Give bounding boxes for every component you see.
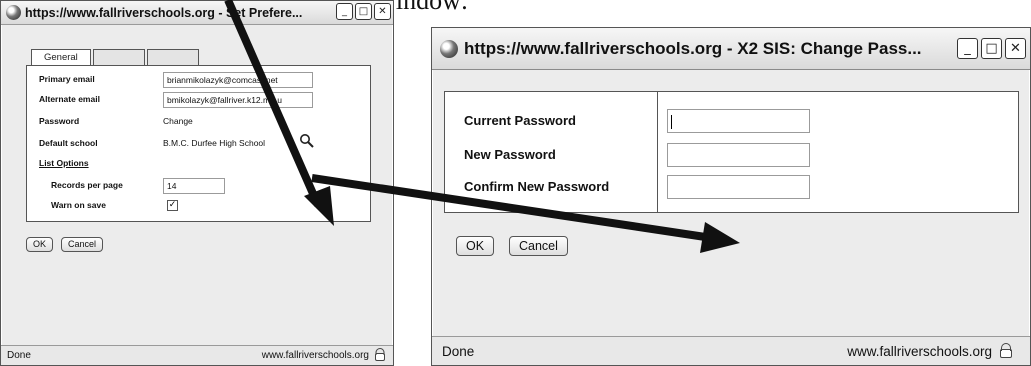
globe-icon [440,39,458,58]
new-password-row: New Password [445,141,1018,171]
password-title-bar[interactable]: https://www.fallriverschools.org - X2 SI… [432,28,1030,70]
list-options-row: List Options [27,156,370,172]
default-school-row: Default school B.M.C. Durfee High School [27,136,370,152]
password-status-text: Done [442,343,475,359]
prefs-status-bar: Done www.fallriverschools.org [1,345,393,365]
password-label: Password [39,116,80,126]
general-settings-panel: Primary email brianmikolazyk@comcast.net… [26,65,371,222]
password-cancel-button[interactable]: Cancel [509,236,568,256]
password-status-bar: Done www.fallriverschools.org [432,336,1030,365]
minimize-icon[interactable]: _ [957,38,978,59]
alternate-email-field[interactable]: bmikolazyk@fallriver.k12.ma.u [163,92,313,108]
close-icon[interactable]: ✕ [374,3,391,20]
confirm-password-input[interactable] [667,175,810,199]
prefs-window-title: https://www.fallriverschools.org - Set P… [25,5,303,20]
prefs-title-bar[interactable]: https://www.fallriverschools.org - Set P… [1,1,393,25]
password-row: Password Change [27,114,370,130]
primary-email-label: Primary email [39,74,95,84]
prefs-ok-button[interactable]: OK [26,237,54,252]
records-per-page-label: Records per page [51,180,123,190]
default-school-value: B.M.C. Durfee High School [163,138,266,148]
lock-icon [375,353,385,361]
checkmark-icon: ✓ [168,200,177,210]
alternate-email-row: Alternate email bmikolazyk@fallriver.k12… [27,92,370,108]
maximize-icon[interactable]: □ [355,3,372,20]
password-status-site: www.fallriverschools.org [847,344,1012,359]
tab-second[interactable] [92,49,145,66]
records-per-page-field[interactable]: 14 [163,178,225,194]
new-password-label: New Password [464,147,556,162]
change-password-link[interactable]: Change [163,116,193,126]
current-password-label: Current Password [464,113,576,128]
default-school-label: Default school [39,138,98,148]
warn-on-save-row: Warn on save ✓ [27,198,370,214]
lock-icon [1000,348,1012,358]
password-ok-button[interactable]: OK [456,236,495,256]
new-password-input[interactable] [667,143,810,167]
password-status-url: www.fallriverschools.org [847,343,992,359]
text-cursor [671,115,672,129]
current-password-input[interactable] [667,109,810,133]
prefs-status-text: Done [7,350,31,361]
password-window-controls: _ □ ✕ [957,38,1026,59]
password-window-title: https://www.fallriverschools.org - X2 SI… [464,38,922,58]
alternate-email-label: Alternate email [39,94,100,104]
current-password-row: Current Password [445,107,1018,137]
warn-on-save-checkbox[interactable]: ✓ [167,200,178,211]
maximize-icon[interactable]: □ [981,38,1002,59]
close-icon[interactable]: ✕ [1005,38,1026,59]
warn-on-save-label: Warn on save [51,200,106,210]
tab-third[interactable] [146,49,199,66]
records-per-page-row: Records per page 14 [27,178,370,194]
search-icon[interactable] [299,133,315,149]
minimize-icon[interactable]: _ [336,3,353,20]
prefs-status-site: www.fallriverschools.org [262,350,385,361]
change-password-window: https://www.fallriverschools.org - X2 SI… [431,27,1031,366]
prefs-status-url: www.fallriverschools.org [261,350,369,361]
prefs-cancel-button[interactable]: Cancel [61,237,104,252]
confirm-password-row: Confirm New Password [445,173,1018,203]
change-password-form: Current Password New Password Confirm Ne… [444,91,1019,213]
list-options-label: List Options [39,158,89,168]
primary-email-row: Primary email brianmikolazyk@comcast.net [27,72,370,88]
globe-icon [6,5,21,20]
primary-email-field[interactable]: brianmikolazyk@comcast.net [163,72,313,88]
set-preferences-window: https://www.fallriverschools.org - Set P… [0,0,394,366]
confirm-password-label: Confirm New Password [464,179,610,194]
prefs-window-controls: _ □ ✕ [336,3,391,20]
